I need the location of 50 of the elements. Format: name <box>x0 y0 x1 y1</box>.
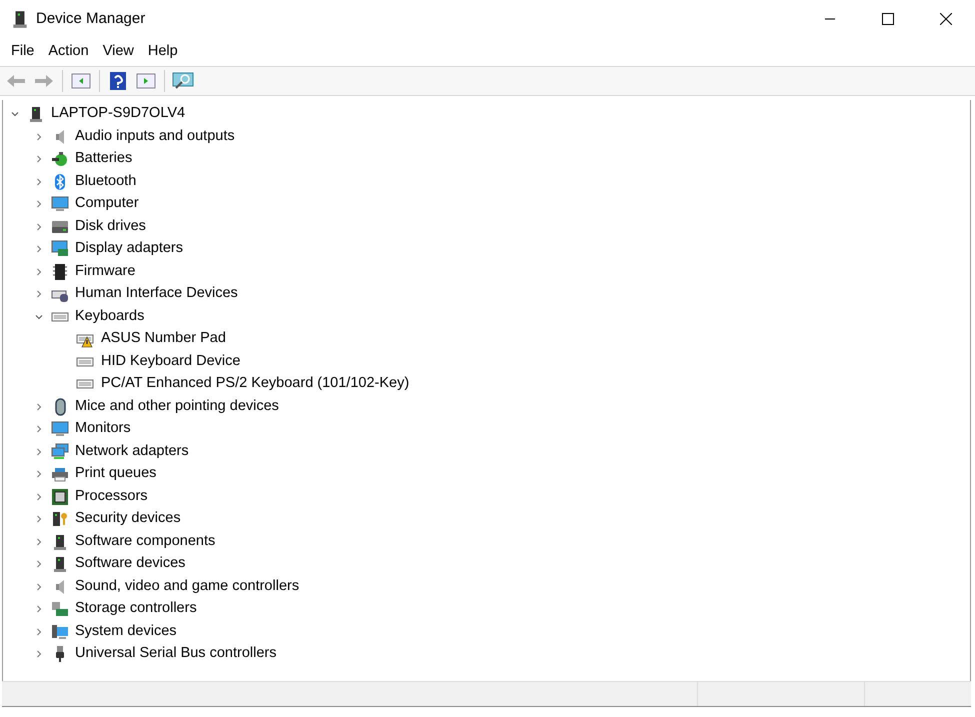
tree-item-label[interactable]: LAPTOP-S9D7OLV4 <box>51 103 186 126</box>
tree-item-label[interactable]: Mice and other pointing devices <box>75 396 279 418</box>
menu-item[interactable]: Action <box>41 41 96 63</box>
processor-icon <box>51 488 69 506</box>
tree-item-label[interactable]: System devices <box>75 620 177 643</box>
tower-key-icon <box>51 510 69 528</box>
tree-item-label[interactable]: Network adapters <box>75 440 189 463</box>
tree-item-label[interactable]: Software components <box>75 530 216 553</box>
tree-item-label[interactable]: Sound, video and game controllers <box>75 576 300 598</box>
tree-item-label[interactable]: Security devices <box>75 508 181 530</box>
tree-item-label[interactable]: Bluetooth <box>75 170 136 193</box>
tree-item-label[interactable]: Firmware <box>75 260 136 283</box>
tree-item-label[interactable]: HID Keyboard Device <box>101 350 240 373</box>
tree-item-label[interactable]: Processors <box>75 486 148 508</box>
tree-item-label[interactable]: Universal Serial Bus controllers <box>75 643 276 666</box>
left-arrow-icon <box>6 73 26 89</box>
menu-item[interactable]: View <box>96 41 141 63</box>
monitor-icon <box>51 420 69 438</box>
panel-icon <box>136 72 156 90</box>
tree-item-label[interactable]: Batteries <box>75 148 132 170</box>
printer-icon <box>51 465 69 484</box>
tower-icon <box>51 555 69 574</box>
tree-item-label[interactable]: Monitors <box>75 418 131 440</box>
help-icon <box>109 71 127 91</box>
panel-icon <box>71 72 91 90</box>
menu-item[interactable]: Help <box>140 41 185 63</box>
tree-item-label[interactable]: Audio inputs and outputs <box>75 126 235 148</box>
tree-item-label[interactable]: Display adapters <box>75 238 183 260</box>
tree-item-label[interactable]: Print queues <box>75 463 156 486</box>
right-arrow-icon <box>34 73 54 89</box>
network-icon <box>51 442 69 461</box>
close-icon <box>940 13 952 25</box>
maximize-icon <box>882 13 894 25</box>
monitor-icon <box>51 195 69 214</box>
display-adapter-icon <box>51 240 69 258</box>
system-icon <box>51 622 69 641</box>
tree-item-label[interactable]: PC/AT Enhanced PS/2 Keyboard (101/102-Key) <box>101 373 410 396</box>
tree-item-label[interactable]: Computer <box>75 193 139 216</box>
computer-tower-icon <box>27 105 45 124</box>
tree-item-label[interactable]: Human Interface Devices <box>75 283 238 306</box>
tree-item-label[interactable]: Storage controllers <box>75 598 197 620</box>
monitor-magnifier-icon <box>172 71 194 91</box>
tree-item-label[interactable]: ASUS Number Pad <box>101 328 226 350</box>
tower-icon <box>51 532 69 551</box>
tree-item-label[interactable]: Disk drives <box>75 216 146 238</box>
tree-item-label[interactable]: Software devices <box>75 553 186 576</box>
tree-item-label[interactable]: Keyboards <box>75 306 144 328</box>
chip-icon <box>51 262 69 281</box>
menu-item[interactable]: File <box>4 41 42 63</box>
window-title: Device Manager <box>36 8 146 29</box>
